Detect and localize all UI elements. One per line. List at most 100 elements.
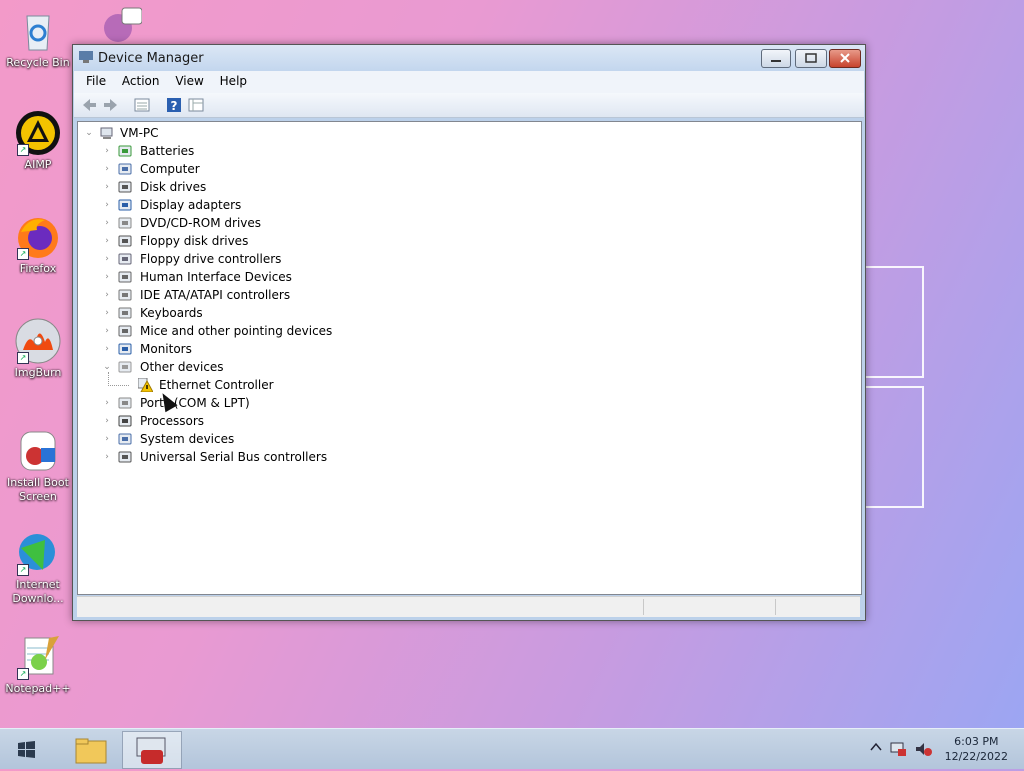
tree-category-node[interactable]: › System devices	[82, 430, 402, 448]
usb-icon	[118, 450, 133, 464]
tree-category-label: Floppy disk drives	[140, 234, 249, 248]
help-icon[interactable]: ?	[166, 97, 182, 113]
hid-icon	[118, 270, 133, 284]
tree-category-label: DVD/CD-ROM drives	[140, 216, 262, 230]
tree-category-node[interactable]: › Batteries	[82, 142, 402, 160]
tree-category-node[interactable]: › IDE ATA/ATAPI controllers	[82, 286, 402, 304]
show-hidden-icons-chevron-icon[interactable]	[870, 741, 882, 756]
taskbar-file-explorer[interactable]	[62, 731, 118, 767]
title-bar[interactable]: Device Manager	[73, 45, 865, 71]
desktop-icon-recycle-bin[interactable]: Recycle Bin	[2, 8, 74, 70]
tree-category-node[interactable]: › Monitors	[82, 340, 402, 358]
firefox-icon: ↗	[15, 214, 61, 260]
floppy-disk-icon	[118, 234, 133, 248]
tree-root-node[interactable]: ⌄ VM-PC	[82, 124, 282, 142]
tree-connector-line	[108, 372, 129, 386]
expand-icon[interactable]: ›	[102, 196, 112, 214]
aimp-icon: ↗	[15, 110, 61, 156]
menu-file[interactable]: File	[74, 71, 106, 88]
taskbar-device-manager[interactable]	[122, 731, 182, 769]
tree-category-node[interactable]: › Ports (COM & LPT)	[82, 394, 402, 412]
system-device-icon	[118, 432, 133, 446]
properties-view-icon[interactable]	[134, 97, 150, 113]
dvd-drive-icon	[118, 216, 133, 230]
tree-device-label: Ethernet Controller	[159, 378, 274, 392]
expand-icon[interactable]: ›	[102, 394, 112, 412]
start-button[interactable]	[2, 731, 52, 767]
clock-time: 6:03 PM	[954, 735, 999, 748]
battery-icon	[118, 144, 133, 158]
status-separator	[775, 599, 776, 615]
expand-icon[interactable]: ›	[102, 232, 112, 250]
recycle-bin-icon	[15, 8, 61, 54]
tree-category-node[interactable]: › Computer	[82, 160, 402, 178]
tree-category-node[interactable]: › Floppy disk drives	[82, 232, 402, 250]
volume-muted-icon[interactable]	[914, 741, 932, 760]
tree-category-node[interactable]: › Floppy drive controllers	[82, 250, 402, 268]
expand-icon[interactable]: ›	[102, 178, 112, 196]
expand-icon[interactable]: ›	[102, 304, 112, 322]
collapse-icon[interactable]: ⌄	[84, 124, 94, 142]
close-button[interactable]	[829, 49, 861, 68]
tree-category-node[interactable]: › Human Interface Devices	[82, 268, 402, 286]
device-manager-icon	[79, 51, 93, 63]
expand-icon[interactable]: ›	[102, 142, 112, 160]
desktop-icon-install-boot-screen[interactable]: Install Boot Screen	[2, 428, 74, 504]
expand-icon[interactable]: ›	[102, 250, 112, 268]
desktop-icon-notepad-plus-plus[interactable]: ↗ Notepad++	[2, 634, 74, 696]
menu-help[interactable]: Help	[208, 71, 247, 88]
forward-icon[interactable]	[103, 97, 119, 113]
tree-device-node[interactable]: Ethernet Controller	[82, 372, 402, 394]
tree-category-node[interactable]: › Universal Serial Bus controllers	[82, 448, 402, 466]
tree-category-node[interactable]: › Disk drives	[82, 178, 402, 196]
device-tree[interactable]: ⌄ VM-PC › Batteries › Computer › Disk drives ›…	[77, 121, 862, 595]
taskbar: 6:03 PM 12/22/2022	[0, 728, 1024, 769]
device-manager-window[interactable]: Device Manager File Action View Help ? ⌄…	[72, 44, 866, 621]
tree-category-node[interactable]: › Mice and other pointing devices	[82, 322, 402, 340]
expand-icon[interactable]: ›	[102, 160, 112, 178]
keyboard-icon	[118, 306, 133, 320]
menu-action[interactable]: Action	[110, 71, 160, 88]
processor-icon	[118, 414, 133, 428]
expand-icon[interactable]: ›	[102, 268, 112, 286]
desktop-icon-aimp[interactable]: ↗ AIMP	[2, 110, 74, 172]
tree-category-node[interactable]: › DVD/CD-ROM drives	[82, 214, 402, 232]
desktop-icon-label: ImgBurn	[14, 366, 62, 379]
desktop-icon-label: AIMP	[24, 158, 52, 171]
tree-category-node[interactable]: › Processors	[82, 412, 402, 430]
desktop-icon-label: Firefox	[19, 262, 57, 275]
tree-category-label: Batteries	[140, 144, 195, 158]
desktop-icon-imgburn[interactable]: ↗ ImgBurn	[2, 318, 74, 380]
tree-category-node[interactable]: › Display adapters	[82, 196, 402, 214]
desktop-icon-firefox[interactable]: ↗ Firefox	[2, 214, 74, 276]
desktop-icon-label: Notepad++	[5, 682, 71, 695]
back-icon[interactable]	[81, 97, 97, 113]
expand-icon[interactable]: ›	[102, 286, 112, 304]
tree-category-label: Universal Serial Bus controllers	[140, 450, 328, 464]
window-title: Device Manager	[98, 51, 204, 66]
minimize-button[interactable]	[761, 49, 791, 68]
expand-icon[interactable]: ›	[102, 214, 112, 232]
desktop-icon-label: Install Boot Screen	[7, 476, 69, 503]
tree-category-node[interactable]: › Keyboards	[82, 304, 402, 322]
expand-icon[interactable]: ›	[102, 430, 112, 448]
toolbar: ?	[74, 93, 864, 118]
computer-icon	[118, 162, 133, 176]
network-icon[interactable]	[890, 741, 908, 760]
resources-view-icon[interactable]	[188, 97, 204, 113]
maximize-button[interactable]	[795, 49, 827, 68]
tree-category-label: System devices	[140, 432, 235, 446]
monitor-icon	[118, 342, 133, 356]
menu-view[interactable]: View	[163, 71, 203, 88]
system-clock[interactable]: 6:03 PM 12/22/2022	[945, 734, 1008, 764]
expand-icon[interactable]: ›	[102, 340, 112, 358]
desktop-icon-internet-download-manager[interactable]: ↗ Internet Downlo...	[2, 530, 74, 606]
tree-category-label: Mice and other pointing devices	[140, 324, 333, 338]
chat-app-icon	[98, 6, 143, 42]
expand-icon[interactable]: ›	[102, 322, 112, 340]
expand-icon[interactable]: ›	[102, 412, 112, 430]
tree-category-node[interactable]: ⌄ Other devices	[82, 358, 402, 376]
expand-icon[interactable]: ›	[102, 448, 112, 466]
desktop-icon-chat[interactable]	[96, 6, 144, 44]
tree-category-label: Disk drives	[140, 180, 207, 194]
